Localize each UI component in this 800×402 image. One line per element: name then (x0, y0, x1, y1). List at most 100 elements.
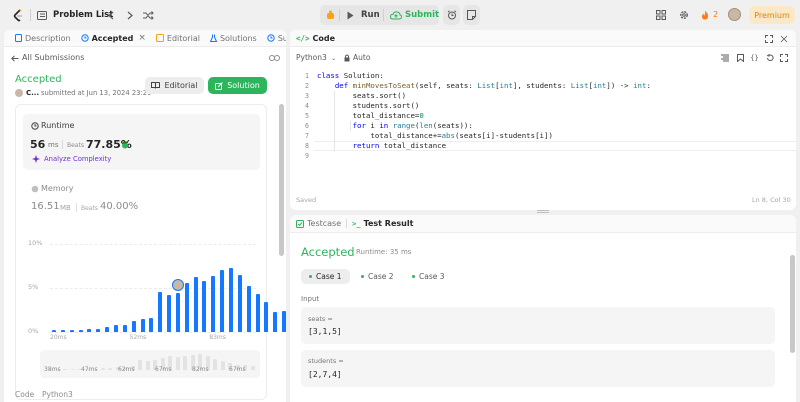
input-label: Input (301, 295, 320, 303)
next-problem-icon[interactable] (125, 9, 135, 21)
solution-button-label: Solution (227, 81, 260, 90)
tab-submissions[interactable]: Submi (262, 30, 286, 47)
left-scrollbar[interactable] (279, 104, 284, 256)
runtime-bar[interactable] (273, 311, 278, 332)
pass-dot-icon (361, 275, 364, 278)
analyze-complexity-link[interactable]: Analyze Complexity (44, 155, 111, 163)
line-number: 7 (305, 132, 309, 140)
seats-value-box[interactable]: seats = [3,1,5] (301, 307, 775, 344)
pass-dot-icon (412, 275, 415, 278)
tab-submissions-label: Submi (277, 33, 286, 43)
case-tab-2[interactable]: Case 2 (353, 269, 402, 284)
code-panel-title: Code (312, 33, 336, 43)
test-runtime: Runtime: 35 ms (356, 248, 412, 256)
tab-description-label: Description (25, 33, 71, 43)
tab-test-result[interactable]: >_ Test Result (347, 215, 418, 233)
language-select[interactable]: Python3 ⌄ (296, 53, 336, 62)
submitted-at: submitted at Jun 13, 2024 23:29 (41, 89, 152, 97)
tab-test-result-label: Test Result (363, 219, 414, 228)
problem-list-icon[interactable] (37, 9, 47, 21)
fullscreen-icon[interactable] (779, 53, 788, 62)
settings-gear-icon[interactable] (678, 9, 690, 21)
problem-list-link[interactable]: Problem List (53, 10, 113, 20)
pass-dot-icon (309, 275, 312, 278)
memory-unit: MB (60, 204, 71, 212)
all-submissions-link[interactable]: All Submissions (22, 53, 84, 62)
run-icon[interactable] (345, 9, 355, 21)
run-button[interactable]: Run (361, 10, 380, 20)
book-icon (155, 34, 164, 42)
case-tab-2-label: Case 2 (368, 272, 394, 281)
case-tab-1[interactable]: Case 1 (301, 269, 350, 284)
runtime-value: 56 (30, 138, 46, 151)
line-number: 9 (305, 152, 309, 160)
tab-accepted-label: Accepted (91, 33, 134, 43)
premium-button[interactable]: Premium (749, 6, 795, 24)
auto-mode-label[interactable]: Auto (353, 53, 370, 62)
memory-beats-value: 40.00% (100, 201, 139, 212)
seats-value: [3,1,5] (308, 327, 342, 336)
more-options-icon[interactable] (779, 34, 789, 44)
line-number: 4 (305, 102, 309, 110)
code-line: class Solution: (317, 71, 384, 80)
indent-guide (334, 91, 335, 151)
braces-icon[interactable]: {} (750, 53, 759, 62)
case-tab-3-label: Case 3 (419, 272, 445, 281)
streak-fire-icon[interactable] (700, 9, 710, 21)
memory-beats-label: Beats (81, 205, 98, 212)
memory-value: 16.51 (31, 201, 60, 212)
case-tab-3[interactable]: Case 3 (404, 269, 453, 284)
back-arrow-icon[interactable] (10, 53, 19, 63)
book-icon (151, 82, 161, 89)
line-number: 6 (305, 122, 309, 130)
runtime-bar[interactable] (282, 310, 286, 332)
tab-editorial[interactable]: Editorial (151, 30, 205, 47)
bookmark-icon[interactable] (736, 53, 745, 62)
line-number: 5 (305, 112, 309, 120)
top-bar: Problem List Run Submit 2 Premium (0, 0, 800, 30)
left-tab-bar: Description Accepted × Editorial Solutio… (4, 30, 286, 47)
code-tab-bar: </> Code (290, 30, 796, 47)
code-line: def minMovesToSeat(self, seats: List[int… (334, 81, 651, 90)
sparkle-icon (31, 154, 40, 163)
test-scrollbar[interactable] (790, 255, 795, 353)
students-value-box[interactable]: students = [2,7,4] (301, 350, 775, 387)
shuffle-icon[interactable] (142, 9, 154, 21)
history-icon (80, 34, 89, 42)
tab-description[interactable]: Description (10, 30, 76, 47)
code-section-lang: Python3 (42, 390, 73, 399)
tab-testcase-label: Testcase (307, 219, 342, 228)
left-panel: Description Accepted × Editorial Solutio… (4, 30, 286, 402)
format-align-icon[interactable] (720, 53, 729, 62)
submission-status: Accepted (15, 74, 62, 85)
submit-cloud-icon[interactable] (389, 9, 402, 21)
tab-testcase[interactable]: Testcase (296, 215, 346, 233)
note-icon (466, 9, 477, 21)
panel-resize-handle[interactable] (537, 210, 549, 213)
submit-button[interactable]: Submit (405, 10, 439, 20)
close-tab-icon[interactable]: × (138, 33, 146, 43)
layout-grid-icon[interactable] (655, 9, 667, 21)
user-avatar[interactable] (728, 8, 741, 21)
submitter-name[interactable]: C... (26, 89, 39, 97)
code-line: for i in range(len(seats)): (352, 121, 473, 130)
editorial-button[interactable]: Editorial (145, 77, 204, 94)
tab-solutions[interactable]: Solutions (205, 30, 262, 47)
tab-accepted[interactable]: Accepted × (76, 30, 151, 47)
test-status: Accepted (301, 245, 355, 259)
submitter-avatar[interactable] (15, 89, 23, 97)
prev-problem-icon[interactable] (106, 9, 116, 21)
code-line: total_distance+=abs(seats[i]-students[i]… (370, 131, 553, 140)
celebration-icon (120, 140, 130, 150)
students-label: students = (308, 357, 344, 365)
reset-icon[interactable] (765, 53, 774, 62)
alarm-clock-icon (446, 9, 457, 21)
solution-button[interactable]: Solution (208, 77, 267, 94)
lock-icon (343, 53, 351, 62)
leetcode-logo-icon[interactable] (11, 8, 25, 22)
share-link-icon[interactable] (268, 52, 280, 63)
code-line: seats.sort() (352, 91, 407, 100)
debug-icon[interactable] (324, 8, 336, 22)
students-value: [2,7,4] (308, 370, 342, 379)
expand-icon[interactable] (764, 34, 774, 44)
